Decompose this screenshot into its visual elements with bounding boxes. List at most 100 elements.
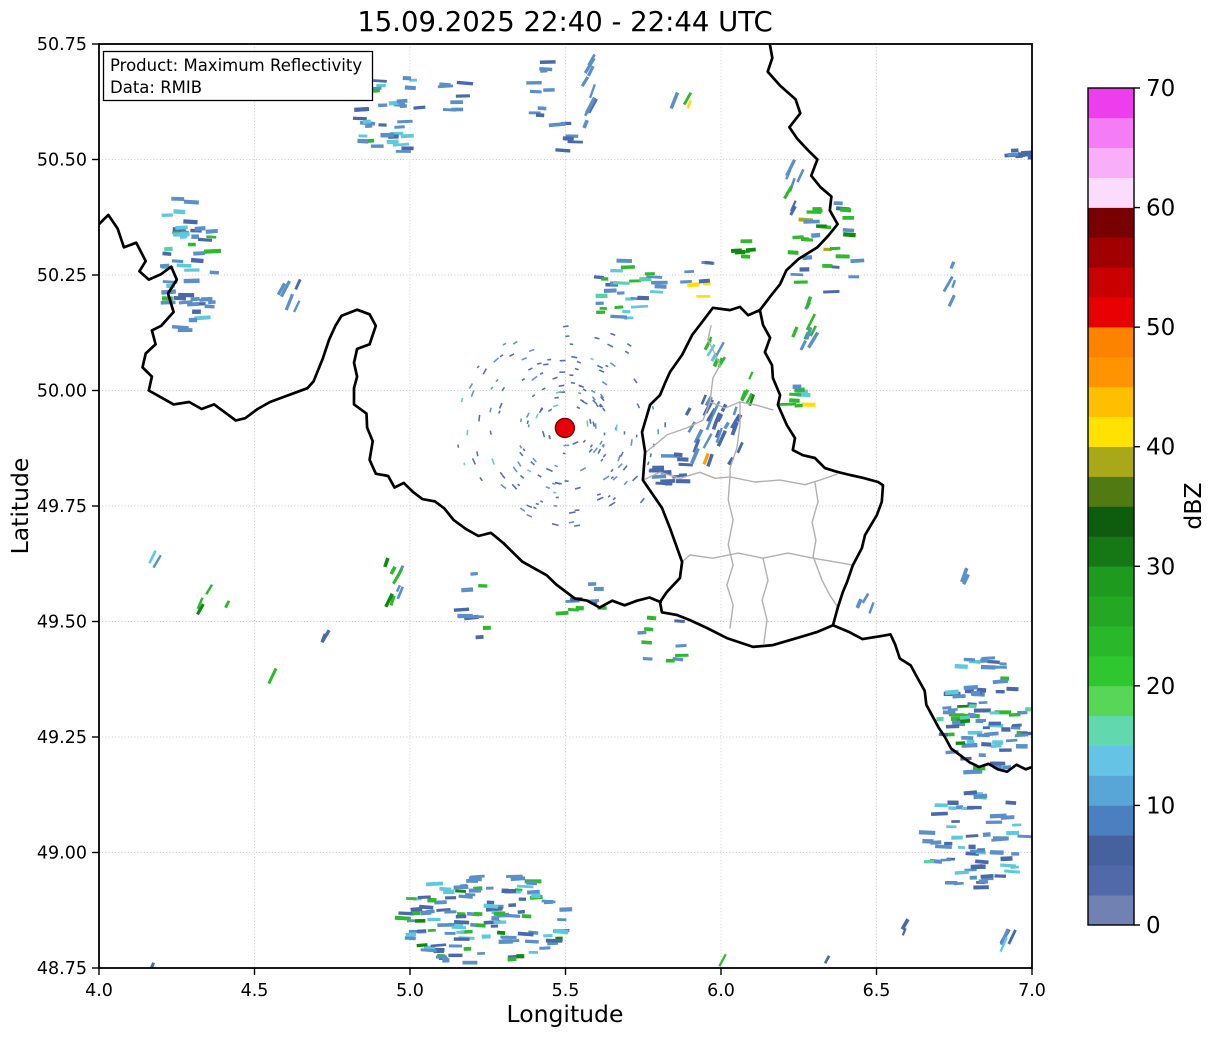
- precip-cell: [948, 806, 957, 811]
- precip-cell: [455, 94, 470, 98]
- precip-cell: [1010, 148, 1019, 153]
- precip-cell: [470, 571, 478, 576]
- precip-cell: [966, 739, 975, 744]
- precip-cell: [664, 482, 673, 486]
- precip-cell: [792, 384, 802, 390]
- colorbar-tick-label: 70: [1146, 76, 1175, 102]
- colorbar-segment: [1088, 207, 1134, 238]
- precip-cell: [684, 270, 695, 274]
- precip-cell: [378, 103, 388, 108]
- precip-cell: [677, 456, 689, 462]
- precip-cell: [945, 724, 960, 729]
- colorbar-segment: [1088, 595, 1134, 627]
- precip-cell: [999, 748, 1012, 752]
- colorbar-segment: [1088, 775, 1134, 806]
- radar-clutter-cell: [574, 509, 580, 512]
- precip-cell: [596, 310, 606, 314]
- x-tick-label: 6.5: [863, 981, 891, 1001]
- precip-cell: [936, 717, 944, 722]
- precip-cell: [531, 893, 541, 899]
- precip-cell: [539, 60, 556, 64]
- colorbar-segment: [1088, 655, 1134, 687]
- precip-cell: [177, 328, 193, 333]
- precip-cell: [989, 813, 1007, 819]
- precip-cell: [496, 930, 506, 935]
- radar-clutter-cell: [664, 422, 667, 428]
- precip-cell: [1011, 852, 1020, 856]
- precip-cell: [417, 895, 431, 900]
- precip-cell: [930, 840, 942, 845]
- colorbar-segment: [1088, 835, 1134, 866]
- precip-cell: [675, 653, 689, 657]
- precip-cell: [644, 272, 655, 276]
- precip-cell: [352, 116, 367, 121]
- precip-cell: [822, 263, 833, 268]
- colorbar-segment: [1088, 864, 1134, 896]
- precip-cell: [973, 708, 991, 713]
- precip-cell: [545, 938, 563, 943]
- radar-location-marker: [554, 417, 576, 439]
- precip-cell: [486, 886, 494, 890]
- precip-cell: [740, 239, 753, 244]
- precip-cell: [478, 584, 488, 588]
- precip-cell: [445, 896, 457, 900]
- precip-cell: [981, 742, 992, 747]
- precip-cell: [183, 278, 200, 284]
- precip-cell: [687, 282, 700, 288]
- y-axis-label: Latitude: [6, 458, 34, 555]
- colorbar-tick-label: 30: [1146, 554, 1175, 580]
- y-tick-label: 50.75: [37, 35, 87, 55]
- y-tick-label: 50.50: [37, 151, 87, 171]
- colorbar-segment: [1088, 685, 1134, 717]
- precip-cell: [801, 402, 816, 407]
- precip-cell: [654, 284, 667, 289]
- precip-cell: [643, 627, 654, 632]
- precip-cell: [652, 465, 665, 470]
- precip-cell: [395, 150, 411, 153]
- colorbar-segment: [1088, 87, 1134, 119]
- precip-cell: [444, 931, 456, 935]
- precip-cell: [528, 950, 539, 954]
- precip-cell: [461, 587, 474, 593]
- precip-cell: [490, 924, 499, 928]
- precip-cell: [792, 235, 804, 240]
- precip-cell: [646, 615, 657, 621]
- precip-cell: [704, 260, 713, 265]
- precip-cell: [529, 89, 542, 94]
- precip-cell: [831, 265, 840, 269]
- precip-cell: [457, 613, 473, 619]
- colorbar-tick-label: 10: [1146, 793, 1175, 819]
- precip-cell: [978, 701, 988, 705]
- precip-cell: [1001, 727, 1011, 732]
- precip-cell: [1008, 712, 1021, 717]
- precip-cell: [982, 832, 991, 838]
- precip-cell: [159, 263, 170, 268]
- precip-cell: [464, 892, 476, 897]
- precip-cell: [973, 885, 989, 890]
- precip-cell: [493, 920, 507, 924]
- precip-cell: [975, 719, 984, 724]
- product-annotation: Product: Maximum Reflectivity Data: RMIB: [102, 50, 374, 102]
- precip-cell: [805, 238, 814, 242]
- precip-cell: [400, 133, 414, 139]
- precip-cell: [539, 946, 551, 950]
- precip-cell: [386, 139, 399, 145]
- precip-cell: [370, 144, 384, 148]
- precip-cell: [427, 928, 436, 932]
- precip-cell: [183, 219, 198, 225]
- precip-cell: [365, 124, 373, 128]
- precip-cell: [427, 897, 437, 903]
- precip-cell: [617, 291, 625, 295]
- precip-cell: [404, 85, 416, 91]
- radar-clutter-cell: [564, 480, 569, 482]
- precip-cell: [362, 119, 371, 125]
- precip-cell: [944, 841, 953, 846]
- precip-cell: [506, 874, 523, 878]
- precip-cell: [999, 662, 1007, 666]
- precip-cell: [462, 960, 478, 965]
- figure-title: 15.09.2025 22:40 - 22:44 UTC: [357, 6, 772, 38]
- precip-cell: [676, 479, 691, 484]
- precip-cell: [184, 268, 200, 272]
- precip-cell: [414, 919, 426, 923]
- precip-cell: [587, 582, 597, 586]
